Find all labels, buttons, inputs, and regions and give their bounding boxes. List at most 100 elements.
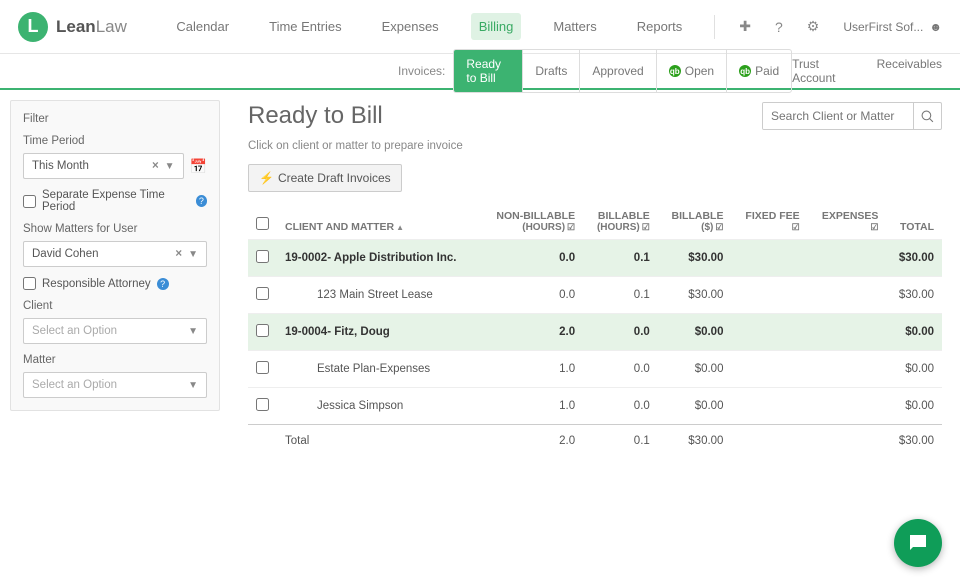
- lightning-icon: ⚡: [259, 171, 274, 185]
- help-icon[interactable]: ?: [775, 19, 783, 35]
- chevron-down-icon: ▼: [188, 380, 198, 391]
- time-period-value: This Month: [32, 160, 89, 172]
- qb-icon: qb: [669, 65, 681, 77]
- tab-approved[interactable]: Approved: [580, 50, 656, 92]
- cell: 1.0: [480, 388, 583, 425]
- client-select[interactable]: Select an Option ▼: [23, 318, 207, 344]
- cell: 0.1: [583, 240, 658, 277]
- cell: $0.00: [658, 388, 732, 425]
- nav-divider: [714, 15, 715, 39]
- table-row[interactable]: 123 Main Street Lease 0.0 0.1 $30.00 $30…: [248, 277, 942, 314]
- responsible-label: Responsible Attorney: [42, 278, 151, 290]
- nav-matters[interactable]: Matters: [545, 13, 604, 40]
- row-checkbox[interactable]: [256, 398, 269, 411]
- search-icon: [921, 110, 934, 123]
- matter-placeholder: Select an Option: [32, 379, 117, 391]
- tab-paid[interactable]: qbPaid: [727, 50, 791, 92]
- show-matters-label: Show Matters for User: [23, 223, 207, 235]
- cell: 0.0: [480, 277, 583, 314]
- tab-ready-to-bill[interactable]: Ready to Bill: [454, 50, 523, 92]
- row-checkbox[interactable]: [256, 324, 269, 337]
- client-name: 19-0002- Apple Distribution Inc.: [277, 240, 480, 277]
- main: Ready to Bill Click on client or matter …: [230, 90, 960, 469]
- tab-open[interactable]: qb Open: [657, 50, 727, 92]
- col-billable-dollars[interactable]: BILLABLE($)☑: [658, 204, 732, 240]
- tab-drafts[interactable]: Drafts: [523, 50, 580, 92]
- help-tooltip-icon[interactable]: ?: [157, 278, 169, 290]
- cell: [731, 277, 807, 314]
- clear-icon[interactable]: ×: [152, 160, 159, 172]
- cell: 0.0: [583, 351, 658, 388]
- row-checkbox[interactable]: [256, 250, 269, 263]
- row-checkbox[interactable]: [256, 361, 269, 374]
- user-menu[interactable]: UserFirst Sof... ☻: [843, 20, 942, 34]
- nav-reports[interactable]: Reports: [629, 13, 691, 40]
- row-checkbox[interactable]: [256, 287, 269, 300]
- col-expenses[interactable]: EXPENSES☑: [808, 204, 887, 240]
- link-receivables[interactable]: Receivables: [877, 57, 942, 85]
- cell: [808, 277, 887, 314]
- table-group-row[interactable]: 19-0004- Fitz, Doug 2.0 0.0 $0.00 $0.00: [248, 314, 942, 351]
- help-tooltip-icon[interactable]: ?: [196, 195, 207, 207]
- table-row[interactable]: Estate Plan-Expenses 1.0 0.0 $0.00 $0.00: [248, 351, 942, 388]
- separate-expense-label: Separate Expense Time Period: [42, 189, 190, 213]
- checked-icon: ☑: [792, 222, 800, 232]
- cell: $0.00: [886, 351, 942, 388]
- create-draft-invoices-button[interactable]: ⚡ Create Draft Invoices: [248, 164, 402, 192]
- chat-widget[interactable]: [894, 519, 942, 567]
- responsible-attorney-checkbox[interactable]: [23, 277, 36, 290]
- create-btn-label: Create Draft Invoices: [278, 171, 391, 185]
- logo-icon: L: [18, 12, 48, 42]
- nav-billing[interactable]: Billing: [471, 13, 522, 40]
- cell: [731, 240, 807, 277]
- cell: $0.00: [658, 351, 732, 388]
- cell: $0.00: [886, 388, 942, 425]
- cell: [731, 351, 807, 388]
- col-nonbillable[interactable]: NON-BILLABLE(HOURS)☑: [480, 204, 583, 240]
- cell: 2.0: [480, 425, 583, 458]
- page-subtitle: Click on client or matter to prepare inv…: [248, 140, 942, 152]
- calendar-icon[interactable]: 📅: [190, 158, 207, 175]
- search-input[interactable]: [763, 103, 913, 129]
- logo[interactable]: L LeanLaw: [18, 12, 127, 42]
- col-fixed-fee[interactable]: FIXED FEE☑: [731, 204, 807, 240]
- matter-name: Estate Plan-Expenses: [277, 351, 480, 388]
- gear-icon[interactable]: ⚙: [807, 18, 820, 35]
- invoices-label: Invoices:: [398, 64, 445, 78]
- separate-expense-checkbox[interactable]: [23, 195, 36, 208]
- cell: [808, 314, 887, 351]
- cell: [731, 425, 807, 458]
- cell: $30.00: [658, 277, 732, 314]
- chevron-down-icon: ▼: [165, 161, 175, 172]
- matter-label: Matter: [23, 354, 207, 366]
- chat-icon: [906, 531, 930, 555]
- matter-select[interactable]: Select an Option ▼: [23, 372, 207, 398]
- search-button[interactable]: [913, 103, 941, 129]
- filter-panel: Filter Time Period This Month ×▼ 📅 Separ…: [10, 100, 220, 411]
- user-avatar-icon: ☻: [929, 20, 942, 34]
- cell: 0.0: [583, 388, 658, 425]
- cell: [731, 314, 807, 351]
- nav-calendar[interactable]: Calendar: [168, 13, 237, 40]
- filter-heading: Filter: [23, 113, 207, 125]
- link-trust-account[interactable]: Trust Account: [792, 57, 855, 85]
- user-select[interactable]: David Cohen ×▼: [23, 241, 207, 267]
- time-period-select[interactable]: This Month × ▼: [23, 153, 184, 179]
- logo-brand-b: Law: [96, 17, 127, 36]
- cell: [731, 388, 807, 425]
- client-label: Client: [23, 300, 207, 312]
- plus-icon[interactable]: ✚: [739, 18, 751, 35]
- col-client[interactable]: CLIENT AND MATTER▲: [277, 204, 480, 240]
- clear-icon[interactable]: ×: [175, 248, 182, 260]
- table-row[interactable]: Jessica Simpson 1.0 0.0 $0.00 $0.00: [248, 388, 942, 425]
- col-billable-hours[interactable]: BILLABLE(HOURS)☑: [583, 204, 658, 240]
- nav-time-entries[interactable]: Time Entries: [261, 13, 349, 40]
- select-all-checkbox[interactable]: [256, 217, 269, 230]
- cell: $30.00: [658, 240, 732, 277]
- tab-open-label: Open: [685, 64, 714, 78]
- cell: $30.00: [886, 240, 942, 277]
- nav-expenses[interactable]: Expenses: [374, 13, 447, 40]
- total-label: Total: [277, 425, 480, 458]
- topbar: L LeanLaw Calendar Time Entries Expenses…: [0, 0, 960, 54]
- table-group-row[interactable]: 19-0002- Apple Distribution Inc. 0.0 0.1…: [248, 240, 942, 277]
